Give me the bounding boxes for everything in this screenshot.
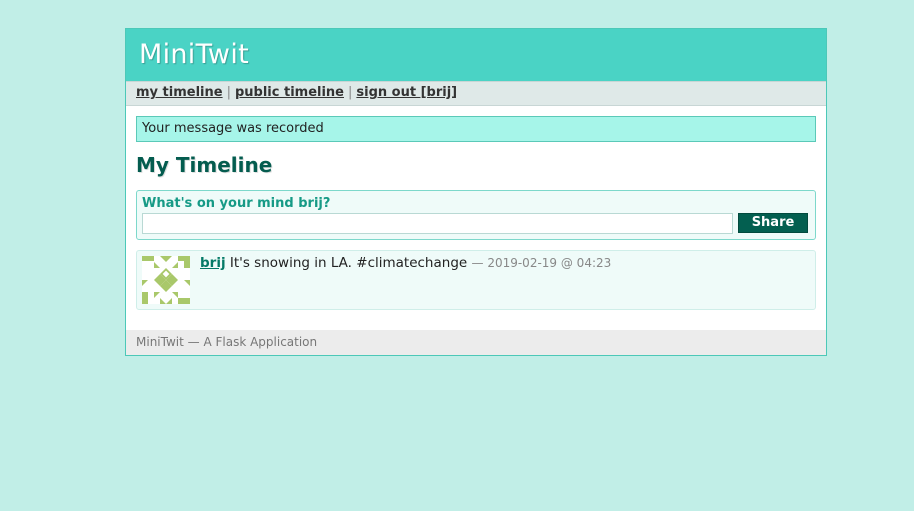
footer: MiniTwit — A Flask Application xyxy=(126,330,826,355)
message-input[interactable] xyxy=(142,213,733,234)
flash-message: Your message was recorded xyxy=(136,116,816,142)
public-timeline-link[interactable]: public timeline xyxy=(235,85,344,100)
message-body: It's snowing in LA. #climatechange xyxy=(229,255,468,271)
twitbox: What's on your mind brij? Share xyxy=(136,190,816,240)
identicon-avatar-icon xyxy=(142,256,190,304)
sign-out-link[interactable]: sign out [brij] xyxy=(356,85,457,100)
page-body: Your message was recorded My Timeline Wh… xyxy=(126,106,826,310)
page-title: My Timeline xyxy=(136,153,273,177)
my-timeline-link[interactable]: my timeline xyxy=(136,85,223,100)
message-user-link[interactable]: brij xyxy=(200,255,226,271)
header: MiniTwit xyxy=(126,29,826,81)
app-title: MiniTwit xyxy=(139,39,250,70)
nav-separator: | xyxy=(226,85,231,100)
nav-separator: | xyxy=(348,85,353,100)
page-container: MiniTwit my timeline | public timeline | sig… xyxy=(125,28,827,356)
twitbox-prompt: What's on your mind brij? xyxy=(142,196,331,211)
message-list: brij It's snowing in LA. #climatechange … xyxy=(136,250,816,310)
identicon-avatar[interactable] xyxy=(142,256,190,304)
message-text: brij It's snowing in LA. #climatechange … xyxy=(200,255,611,271)
share-button[interactable]: Share xyxy=(738,213,808,233)
message-date: — 2019-02-19 @ 04:23 xyxy=(471,256,612,270)
navigation: my timeline | public timeline | sign out [br… xyxy=(126,81,826,106)
